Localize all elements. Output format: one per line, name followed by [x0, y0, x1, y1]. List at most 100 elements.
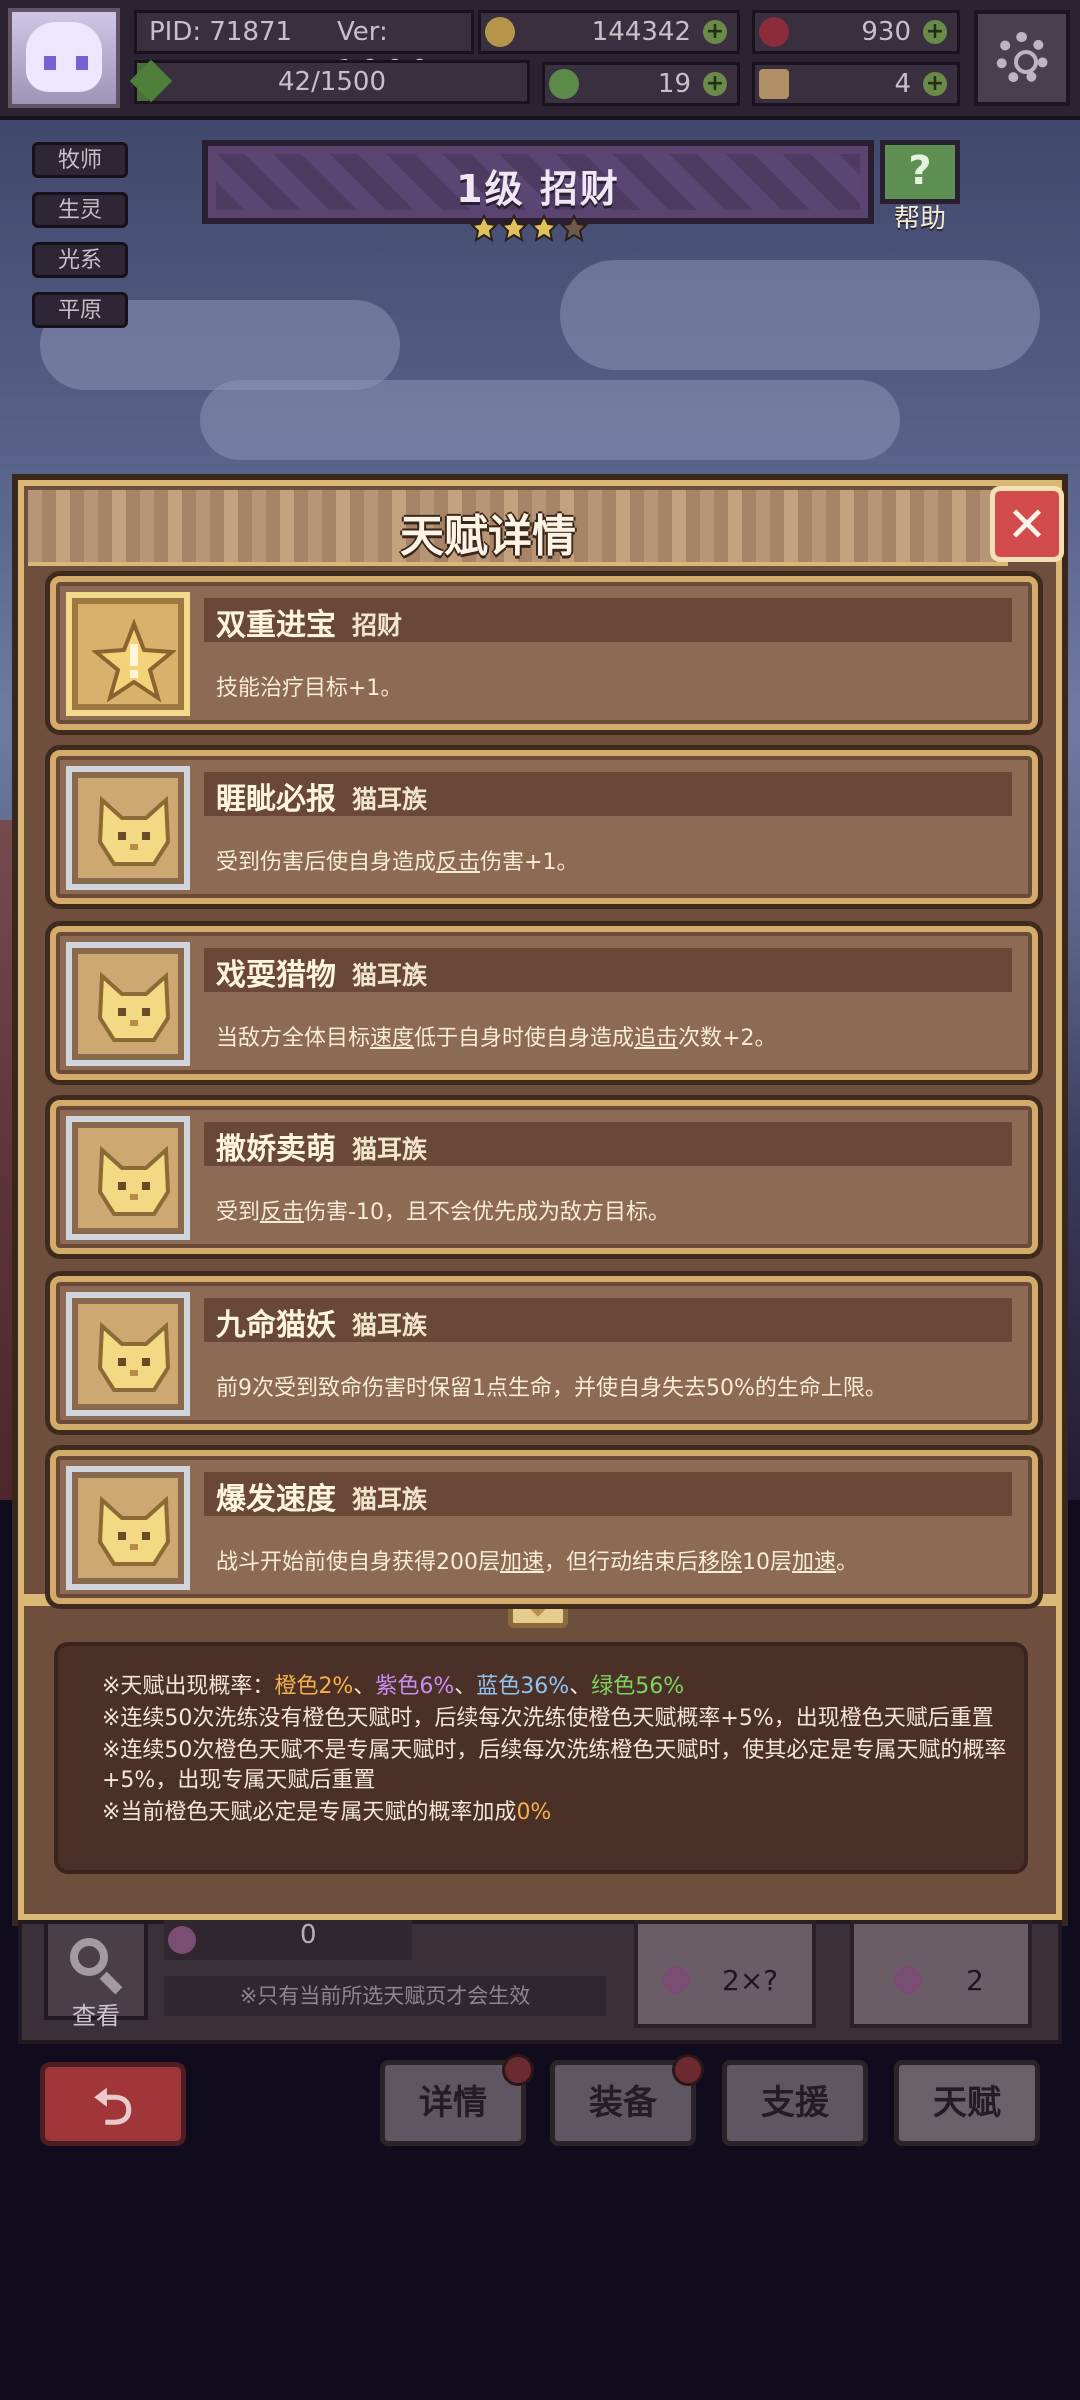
talent-card[interactable]: 九命猫妖 猫耳族前9次受到致命伤害时保留1点生命，并使自身失去50%的生命上限。: [50, 1276, 1038, 1430]
cat-face-icon: [66, 1116, 190, 1240]
page-hint: ※只有当前所选天赋页才会生效: [164, 1976, 606, 2016]
talent-description: 受到伤害后使自身造成反击伤害+1。: [216, 844, 1006, 876]
description-text: 10层: [742, 1550, 793, 1575]
description-text: 。: [836, 1550, 859, 1575]
close-button[interactable]: ✕: [990, 486, 1064, 562]
talent-card[interactable]: 戏耍猎物 猫耳族当敌方全体目标速度低于自身时使自身造成追击次数+2。: [50, 926, 1038, 1080]
avatar-eye: [76, 56, 88, 70]
description-text: 技能治疗目标+1。: [216, 676, 403, 701]
description-text: 前9次受到致命伤害时保留1点生命，并使自身失去50%的生命上限。: [216, 1376, 887, 1401]
player-id: PID: 71871: [149, 17, 293, 47]
talent-name: 九命猫妖: [216, 1308, 336, 1343]
purple-rate: 紫色6%: [375, 1674, 455, 1699]
star-empty-icon: [559, 213, 589, 243]
auto-reroll-button[interactable]: 2×?: [634, 1920, 816, 2028]
modal-header: 天赋详情: [28, 490, 1008, 566]
talent-name: 双重进宝: [216, 608, 336, 643]
talent-reroll-cost: 2: [966, 1964, 984, 1997]
player-avatar[interactable]: [8, 8, 120, 108]
cat-face-icon: [66, 942, 190, 1066]
talent-card[interactable]: 撒娇卖萌 猫耳族受到反击伤害-10，且不会优先成为敌方目标。: [50, 1100, 1038, 1254]
add-boost-icon[interactable]: +: [923, 72, 947, 96]
talent-description: 技能治疗目标+1。: [216, 670, 1006, 702]
talent-reroll-button[interactable]: 2: [850, 1920, 1032, 2028]
talent-card[interactable]: 双重进宝 招财技能治疗目标+1。: [50, 576, 1038, 730]
xp-bar: 42/1500: [134, 60, 530, 104]
star-rating: [469, 213, 590, 246]
boost-row: 4 +: [752, 62, 960, 106]
add-gold-icon[interactable]: +: [703, 20, 727, 44]
keyword-link[interactable]: 追击: [634, 1026, 678, 1051]
potion-count-box: [164, 1920, 412, 1960]
cloud: [560, 260, 1040, 370]
tab-talent[interactable]: 天赋: [894, 2060, 1040, 2146]
separator: 、: [454, 1674, 477, 1699]
talent-description: 前9次受到致命伤害时保留1点生命，并使自身失去50%的生命上限。: [216, 1370, 1006, 1402]
help-label: 帮助: [893, 204, 946, 234]
gold-amount: 144342: [591, 17, 691, 47]
talent-type: 招财: [352, 611, 403, 640]
description-text: 受到: [216, 1200, 261, 1225]
talent-description: 受到反击伤害-10，且不会优先成为敌方目标。: [216, 1194, 1006, 1226]
question-mark-icon: ?: [880, 140, 960, 204]
description-text: 战斗开始前使自身获得200层: [216, 1550, 500, 1575]
info-line-pity: ※连续50次洗练没有橙色天赋时，后续每次洗练使橙色天赋概率+5%，出现橙色天赋后…: [102, 1706, 994, 1731]
probability-prefix: ※天赋出现概率：: [102, 1674, 275, 1699]
magnifier-icon: [70, 1938, 108, 1976]
avatar-hair: [26, 22, 102, 92]
tag-race: 生灵: [32, 192, 128, 228]
view-label: 查看: [72, 2002, 120, 2030]
thumbs-up-icon: [759, 69, 789, 99]
star-filled-icon: [469, 213, 499, 243]
talent-type: 猫耳族: [352, 1135, 428, 1164]
info-line-probability: ※天赋出现概率：橙色2%、紫色6%、蓝色36%、绿色56%: [102, 1668, 684, 1700]
character-title: 1级 招财: [456, 167, 620, 211]
star-icon: [66, 592, 190, 716]
settings-button[interactable]: [974, 10, 1070, 106]
talent-name: 睚眦必报: [216, 782, 336, 817]
cat-face-icon: [66, 1292, 190, 1416]
talent-card[interactable]: 爆发速度 猫耳族 战斗开始前使自身获得200层加速，但行动结束后移除10层加速。: [50, 1450, 1038, 1604]
keyword-link[interactable]: 移除: [698, 1550, 742, 1575]
bonus-value: 0%: [516, 1800, 552, 1825]
avatar-eye: [44, 56, 56, 70]
cat-face-icon: [66, 1466, 190, 1590]
description-text: 低于自身时使自身造成: [414, 1026, 635, 1051]
keyword-link[interactable]: 速度: [370, 1026, 414, 1051]
add-clover-icon[interactable]: +: [703, 72, 727, 96]
top-status-bar: PID: 71871 Ver: 1.0.0.0 42/1500 144342 +…: [0, 0, 1080, 120]
back-button[interactable]: ⮌: [40, 2062, 186, 2146]
boost-amount: 4: [894, 69, 911, 99]
talent-description: 战斗开始前使自身获得200层加速，但行动结束后移除10层加速。: [216, 1544, 1006, 1576]
close-icon: ✕: [1006, 497, 1048, 553]
bonus-prefix: ※当前橙色天赋必定是专属天赋的概率加成: [102, 1800, 517, 1825]
description-text: 伤害-10，且不会优先成为敌方目标。: [304, 1200, 670, 1225]
help-button[interactable]: ? 帮助: [880, 140, 960, 234]
keyword-link[interactable]: 加速: [792, 1550, 836, 1575]
gold-row: 144342 +: [478, 10, 740, 54]
keyword-link[interactable]: 反击: [436, 850, 480, 875]
red-gem-icon: [759, 17, 789, 47]
tag-class: 牧师: [32, 142, 128, 178]
add-gem-icon[interactable]: +: [923, 20, 947, 44]
talent-type: 猫耳族: [352, 1485, 428, 1514]
clover-icon: [549, 69, 579, 99]
talent-type: 猫耳族: [352, 961, 428, 990]
keyword-link[interactable]: 加速: [500, 1550, 544, 1575]
tab-support[interactable]: 支援: [722, 2060, 868, 2146]
keyword-link[interactable]: 反击: [260, 1200, 304, 1225]
green-rate: 绿色56%: [591, 1674, 685, 1699]
talent-type: 猫耳族: [352, 1311, 428, 1340]
talent-name: 戏耍猎物: [216, 958, 336, 993]
talent-card[interactable]: 睚眦必报 猫耳族 受到伤害后使自身造成反击伤害+1。: [50, 750, 1038, 904]
potion-count: 0: [300, 1920, 317, 1950]
probability-info-box: ※天赋出现概率：橙色2%、紫色6%、蓝色36%、绿色56% ※连续50次洗练没有…: [54, 1642, 1028, 1874]
notification-dot: [502, 2054, 534, 2086]
talent-name: 撒娇卖萌: [216, 1132, 336, 1167]
star-filled-icon: [529, 213, 559, 243]
talent-description: 当敌方全体目标速度低于自身时使自身造成追击次数+2。: [216, 1020, 1006, 1052]
star-filled-icon: [499, 213, 529, 243]
modal-title: 天赋详情: [400, 511, 576, 562]
cloud: [200, 380, 900, 460]
tag-terrain: 平原: [32, 292, 128, 328]
